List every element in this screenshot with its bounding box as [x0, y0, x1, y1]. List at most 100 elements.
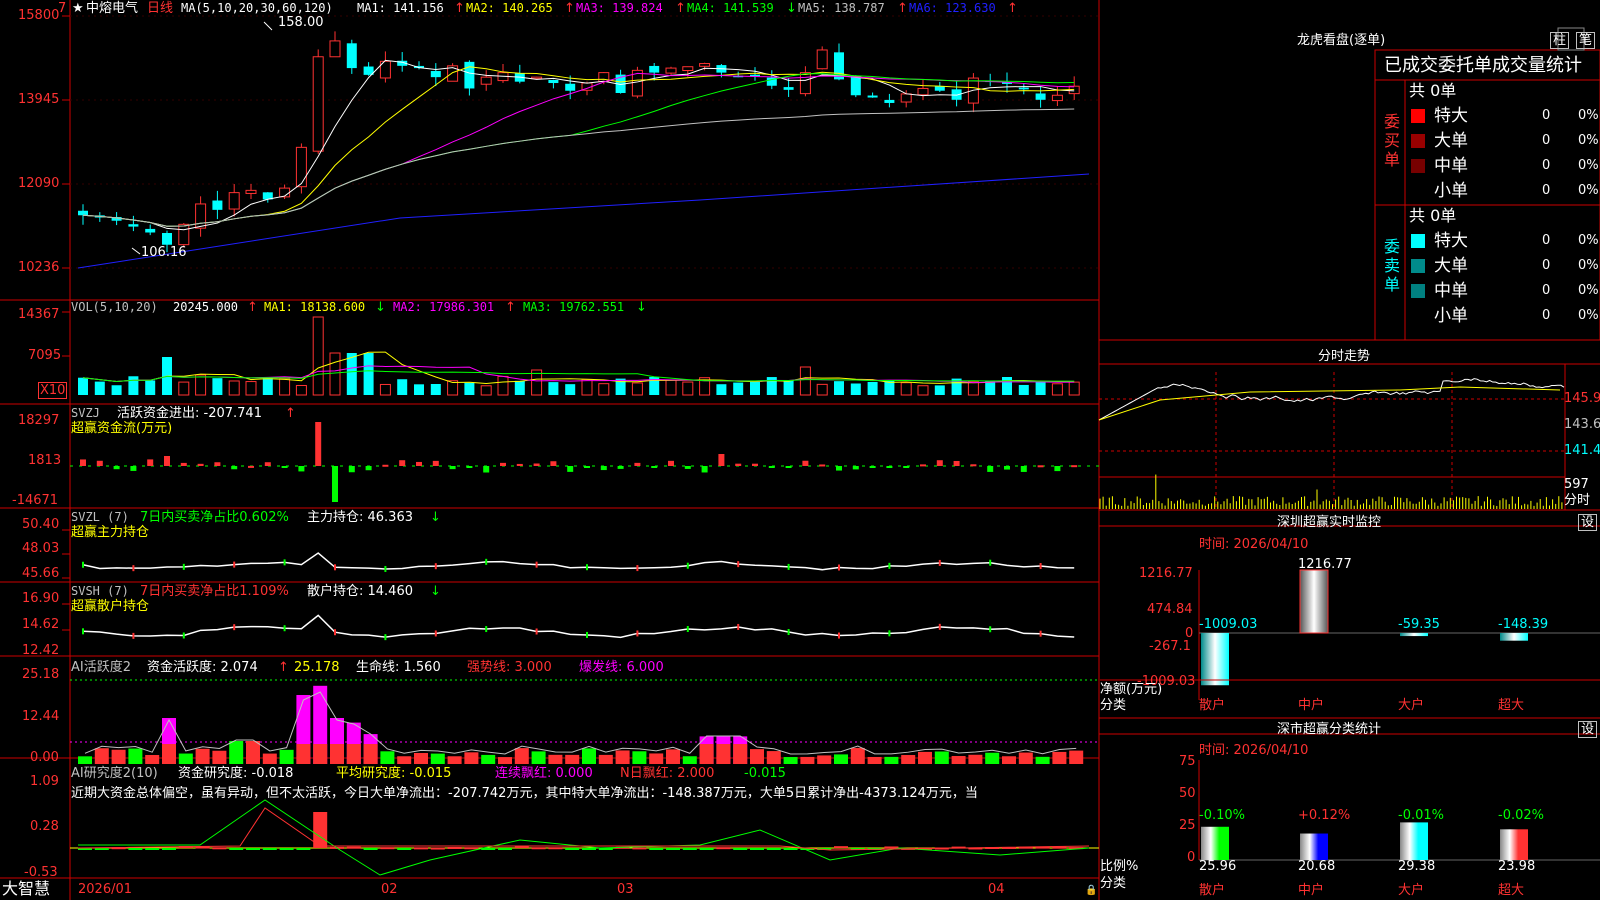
volume-bar-down — [212, 378, 223, 395]
ai-active-bar — [901, 755, 916, 764]
svzl-line-mark — [283, 559, 286, 566]
tab-tick[interactable]: 笔 — [1576, 32, 1596, 49]
monitor-bar-1 — [1299, 569, 1329, 634]
volume-bar-down — [548, 382, 559, 395]
chart-scene[interactable] — [0, 0, 1600, 900]
ai-active-bar — [111, 749, 126, 764]
volume-bar-up — [967, 380, 979, 396]
class-settings-button[interactable]: 设 — [1578, 721, 1598, 738]
ai-active-bar — [766, 751, 781, 764]
svsh-line-mark — [82, 628, 84, 635]
svsh-line-mark — [686, 626, 689, 633]
svzj-bar — [516, 463, 523, 466]
svzl-line-mark — [182, 563, 185, 570]
ai-active-bar — [951, 756, 966, 764]
candle-body-up — [1051, 94, 1063, 102]
svzj-bar — [970, 464, 977, 467]
volume-bar-down — [145, 380, 156, 395]
ai-research-bar — [834, 846, 848, 849]
volume-bar-down — [934, 385, 945, 395]
svzj-bar — [819, 464, 826, 467]
intraday-avg-line — [1098, 386, 1561, 421]
volume-bar-down — [783, 380, 794, 395]
ai-active-bar — [565, 754, 580, 764]
svzj-bar — [348, 466, 355, 473]
volume-bar-down — [397, 379, 408, 395]
ai-active-bar — [514, 748, 529, 764]
candle-body-down — [464, 61, 475, 89]
candle-body-up — [329, 40, 341, 58]
svzj-bar — [1020, 466, 1027, 472]
svzl-line-mark — [938, 559, 941, 566]
svzj-bar — [768, 466, 775, 468]
volume-bar-down — [766, 377, 777, 395]
svzj-bar — [432, 460, 439, 466]
class-bar-2 — [1400, 822, 1428, 860]
svzj-bar — [617, 466, 624, 469]
svzj-bar — [315, 422, 322, 466]
svsh-line-mark — [586, 631, 588, 638]
volume-bar-down — [262, 377, 273, 395]
svsh-line-mark — [787, 629, 790, 636]
svsh-line-mark — [334, 629, 336, 636]
ai-active-bar — [1052, 751, 1067, 764]
svzj-bar — [248, 465, 254, 468]
ai-research-bar — [649, 848, 664, 850]
ai-active-bar — [649, 753, 664, 764]
svsh-line-mark — [182, 632, 185, 639]
volume-bar-down — [733, 382, 744, 395]
volume-bar-down — [716, 384, 727, 395]
ai-research-bar — [262, 848, 277, 850]
svzl-line-mark — [888, 562, 891, 569]
volume-bar-up — [816, 383, 828, 396]
volume-bar-down — [94, 381, 105, 395]
ai-active-bar — [867, 756, 882, 764]
svzj-bar — [634, 462, 641, 466]
ai-research-bar — [363, 848, 378, 850]
svzj-bar — [1004, 466, 1010, 470]
monitor-bar-3 — [1500, 633, 1528, 641]
ai-active-bar-base — [346, 744, 361, 764]
svzl-line-mark — [1039, 563, 1042, 570]
svzj-bar — [399, 460, 406, 466]
class-bar-3 — [1500, 829, 1528, 860]
ai-active-bar — [78, 756, 92, 764]
candle-body-down — [649, 65, 660, 73]
ai-research-bar — [447, 846, 462, 849]
svzj-bar — [298, 466, 305, 472]
ai-active-bar — [145, 754, 160, 764]
ai-research-bar — [128, 848, 143, 850]
ai-active-bar — [682, 756, 697, 764]
ai-active-bar-base — [313, 744, 328, 764]
svzj-bar — [802, 460, 809, 466]
candle-body-down — [850, 75, 861, 96]
ai-active-bar-base — [716, 744, 731, 764]
svzj-bar — [113, 466, 120, 470]
ai-research-bar — [212, 847, 227, 850]
ma-line-6 — [77, 173, 1090, 269]
svzj-bar — [1054, 466, 1061, 472]
candle-body-down — [1018, 87, 1029, 90]
volume-bar-down — [750, 381, 760, 395]
svzl-line-mark — [586, 564, 588, 571]
ai-active-bar — [934, 751, 949, 764]
svzj-bar — [920, 464, 926, 467]
candle-body-up — [900, 93, 912, 103]
volume-bar-down — [850, 383, 861, 395]
candle-body-down — [867, 95, 878, 98]
tab-bar[interactable]: 柱 — [1550, 32, 1570, 49]
ai-active-bar — [1002, 756, 1016, 764]
svzl-line-mark — [485, 558, 488, 565]
ai-research-green-line — [78, 799, 1090, 876]
ai-active-bar-base — [699, 744, 714, 764]
candle-body-up — [665, 67, 677, 74]
monitor-settings-button[interactable]: 设 — [1578, 514, 1598, 531]
candle-body-down — [430, 71, 441, 78]
volume-bar-up — [581, 378, 593, 396]
svzl-line — [82, 552, 1075, 571]
svzl-line-mark — [434, 563, 437, 570]
volume-bar-down — [346, 353, 357, 395]
svzj-bar — [231, 466, 238, 470]
ai-active-bar — [968, 754, 983, 764]
ai-active-bar — [750, 749, 764, 764]
